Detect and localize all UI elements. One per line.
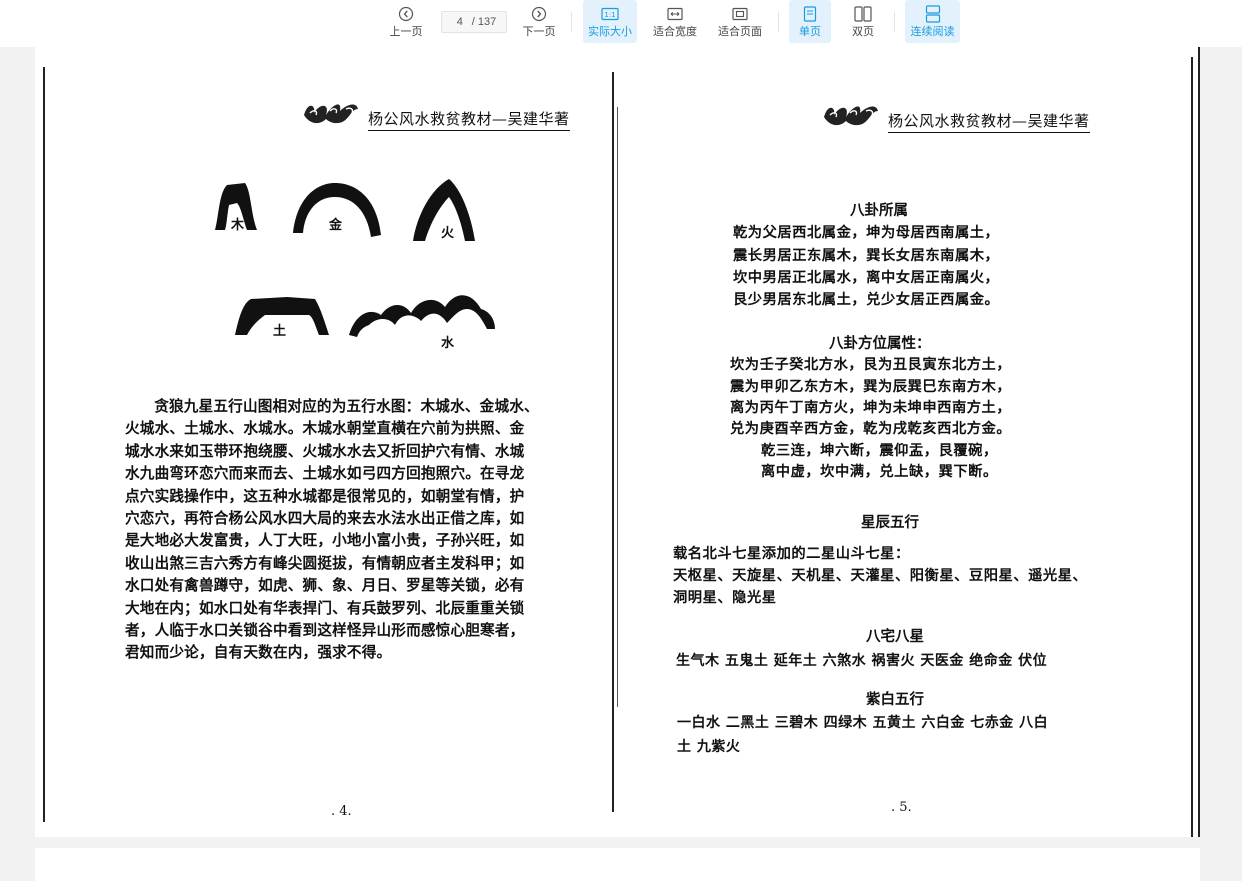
section-heading: 星辰五行: [861, 514, 919, 531]
single-page-icon: [801, 5, 819, 23]
page-header: 杨公风水救贫教材—吴建华著: [820, 97, 1090, 133]
single-page-button[interactable]: 单页: [789, 0, 831, 43]
section-heading: 紫白五行: [866, 691, 924, 708]
header-title: 杨公风水救贫教材—吴建华著: [368, 108, 570, 131]
text-line: 生气木 五鬼土 延年土 六煞水 祸害火 天医金 绝命金 伏位: [676, 653, 1048, 669]
text-line: 艮少男居东北属土，兑少女居正西属金。: [733, 292, 1000, 308]
current-page-input[interactable]: [451, 16, 468, 28]
text-line: 震为甲卯乙东方木，巽为辰巽巳东南方木，: [730, 379, 1012, 395]
fit-width-label: 适合宽度: [653, 26, 697, 38]
page-number: . 5.: [891, 800, 912, 815]
continuous-reading-label: 连续阅读: [910, 26, 955, 38]
next-page-label: 下一页: [522, 26, 556, 38]
document-spread: 杨公风水救贫教材—吴建华著 木 金 火 土 水 贪狼九星五行山图相对应的为五行水…: [35, 47, 1200, 837]
text-line: 离中虚，坎中满，兑上缺，巽下断。: [761, 464, 998, 480]
body-line: 是大地必大发富贵，人丁大旺，小地小富小贵，子孙兴旺，如: [125, 532, 525, 550]
water-mountain: [349, 295, 495, 337]
text-line: 乾三连，坤六断，震仰盂，艮覆碗，: [761, 443, 998, 459]
single-page-label: 单页: [799, 26, 821, 38]
text-line: 载名北斗七星添加的二星山斗七星：: [673, 546, 910, 562]
prev-page-button[interactable]: 上一页: [383, 0, 429, 43]
body-line: 收山出煞三吉六秀方有峰尖圆挺拔，有情朝应者主发科甲；如: [125, 554, 525, 572]
next-page-preview: [35, 848, 1200, 881]
page-4: 杨公风水救贫教材—吴建华著 木 金 火 土 水 贪狼九星五行山图相对应的为五行水…: [35, 47, 615, 837]
text-line: 一白水 二黑土 三碧木 四绿木 五黄土 六白金 七赤金 八白: [677, 715, 1049, 731]
text-line: 乾为父居西北属金，坤为母居西南属土，: [733, 225, 1000, 241]
actual-size-button[interactable]: 1:1 实际大小: [583, 0, 637, 43]
body-line: 君知而少论，自有天数在内，强求不得。: [125, 644, 392, 662]
double-page-icon: [854, 5, 872, 23]
mountain-label: 火: [441, 226, 455, 241]
header-title: 杨公风水救贫教材—吴建华著: [888, 110, 1090, 133]
actual-size-icon: 1:1: [601, 5, 619, 23]
mountain-label: 木: [230, 217, 245, 233]
body-line: 者，人临于水口关锁谷中看到这样怪异山形而感惊心胆寒者，: [125, 622, 525, 640]
body-line: 火城水、土城水、水城水。木城水朝堂直横在穴前为拱照、金: [125, 420, 525, 438]
actual-size-label: 实际大小: [588, 26, 632, 38]
continuous-reading-icon: [924, 5, 942, 23]
section-heading: 八卦所属: [850, 202, 908, 219]
text-line: 震长男居正东属木，巽长女居东南属木，: [733, 248, 1000, 264]
fit-width-button[interactable]: 适合宽度: [648, 0, 702, 43]
text-line: 坎中男居正北属水，离中女居正南属火，: [733, 270, 1000, 286]
section-heading: 八宅八星: [866, 628, 924, 645]
page-header: 杨公风水救贫教材—吴建华著: [300, 95, 570, 131]
svg-text:1:1: 1:1: [604, 11, 615, 19]
mountain-label: 水: [441, 335, 455, 350]
body-line: 穴恋穴，再符合杨公风水四大局的来去水法水出正借之库，如: [125, 510, 525, 528]
viewer-toolbar: 上一页 / 137 下一页 1:1 实际大小 适合宽度 适合页面 单页: [0, 0, 1242, 47]
continuous-reading-button[interactable]: 连续阅读: [905, 0, 960, 43]
body-line: 水九曲弯环恋穴而来而去、土城水如弓四方回抱照穴。在寻龙: [125, 465, 525, 483]
fit-page-icon: [731, 5, 749, 23]
body-line: 点穴实践操作中，这五种水城都是很常见的，如朝堂有情，护: [125, 487, 525, 505]
fit-page-button[interactable]: 适合页面: [713, 0, 767, 43]
section-heading: 八卦方位属性：: [829, 335, 931, 352]
body-line: 城水水来如玉带环抱绕腰、火城水水去又折回护穴有情、水城: [125, 442, 525, 460]
body-line: 大地在内；如水口处有华表捍门、有兵鼓罗列、北辰重重关锁: [125, 599, 525, 617]
mountain-label: 土: [273, 323, 286, 339]
mountain-label: 金: [328, 217, 343, 233]
toolbar-divider: [571, 12, 572, 32]
double-page-button[interactable]: 双页: [842, 0, 884, 43]
text-line: 兑为庚酉辛西方金，乾为戌乾亥西北方金。: [730, 421, 1012, 437]
double-page-label: 双页: [852, 26, 874, 38]
text-line: 离为丙午丁南方火，坤为未坤申西南方土，: [730, 400, 1012, 416]
dragon-logo-icon: [820, 97, 882, 133]
prev-page-label: 上一页: [389, 26, 423, 38]
body-line: 贪狼九星五行山图相对应的为五行水图：木城水、金城水、: [154, 398, 539, 415]
text-line: 洞明星、隐光星: [673, 590, 777, 606]
toolbar-divider: [894, 12, 895, 32]
toolbar-divider: [778, 12, 779, 32]
fit-width-icon: [666, 5, 684, 23]
dragon-logo-icon: [300, 95, 362, 131]
text-line: 天枢星、天旋星、天机星、天灌星、阳衡星、豆阳星、遥光星、: [673, 568, 1088, 584]
body-paragraph: 贪狼九星五行山图相对应的为五行水图：木城水、金城水、 火城水、土城水、水城水。木…: [125, 396, 577, 665]
chevron-left-circle-icon: [397, 5, 415, 23]
chevron-right-circle-icon: [530, 5, 548, 23]
page-number: . 4.: [331, 804, 352, 819]
page-5: 杨公风水救贫教材—吴建华著 八卦所属 乾为父居西北属金，坤为母居西南属土， 震长…: [615, 47, 1200, 837]
fit-page-label: 适合页面: [718, 26, 762, 38]
text-line: 坎为壬子癸北方水，艮为丑艮寅东北方土，: [730, 357, 1012, 373]
next-page-button[interactable]: 下一页: [516, 0, 562, 43]
page-indicator: / 137: [441, 11, 507, 33]
body-line: 水口处有禽兽蹲守，如虎、狮、象、月日、罗星等关锁，必有: [125, 577, 525, 595]
five-element-mountains-figure: 木 金 火 土 水: [215, 179, 495, 350]
text-line: 土 九紫火: [677, 739, 741, 755]
total-pages: / 137: [471, 16, 497, 28]
